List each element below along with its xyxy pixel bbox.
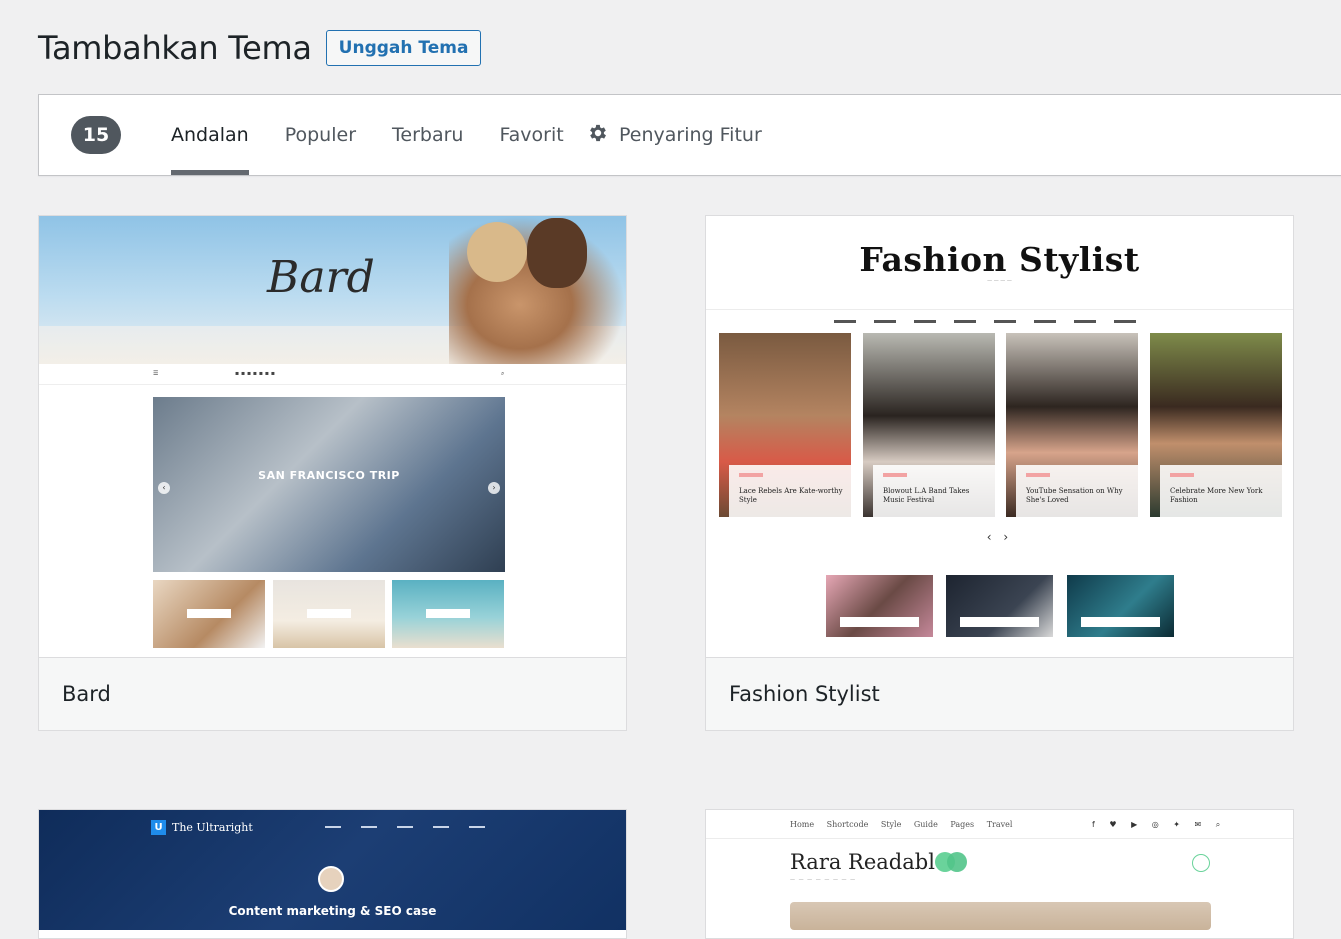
- tab-latest[interactable]: Terbaru: [392, 95, 463, 175]
- post-title: YouTube Sensation on Why She's Loved: [1026, 487, 1123, 504]
- theme-screenshot: U The Ultraright Content marketing & SEO …: [39, 810, 626, 930]
- page-title: Tambahkan Tema: [38, 29, 312, 67]
- post-title: Lace Rebels Are Kate-worthy Style: [739, 487, 843, 504]
- theme-card-fashion-stylist[interactable]: Fashion Stylist — — — — Lace Rebels Are …: [705, 215, 1294, 731]
- theme-name: Bard: [39, 657, 626, 730]
- screenshot-logo: The Ultraright: [172, 821, 253, 834]
- theme-tabs: Andalan Populer Terbaru Favorit: [171, 95, 600, 175]
- tab-popular[interactable]: Populer: [285, 95, 356, 175]
- screenshot-logo: Bard: [267, 252, 375, 303]
- post-title: Blowout L.A Band Takes Music Festival: [883, 487, 970, 504]
- screenshot-title: Fashion Stylist: [859, 240, 1140, 279]
- theme-screenshot: Fashion Stylist — — — — Lace Rebels Are …: [706, 216, 1293, 657]
- screenshot-title: Rara Readable: [790, 850, 948, 874]
- screenshot-feature-title: SAN FRANCISCO TRIP: [258, 469, 400, 482]
- upload-theme-button[interactable]: Unggah Tema: [325, 30, 482, 66]
- theme-card-rara-readable[interactable]: Home Shortcode Style Guide Pages Travel …: [705, 809, 1294, 939]
- theme-count-badge: 15: [71, 116, 121, 154]
- theme-filter-bar: 15 Andalan Populer Terbaru Favorit Penya…: [38, 94, 1341, 176]
- feature-filter-button[interactable]: Penyaring Fitur: [587, 95, 762, 175]
- screenshot-headline: Content marketing & SEO case: [228, 904, 437, 918]
- theme-screenshot: Home Shortcode Style Guide Pages Travel …: [706, 810, 1293, 930]
- theme-name: Fashion Stylist: [706, 657, 1293, 730]
- theme-card-ultraright[interactable]: U The Ultraright Content marketing & SEO …: [38, 809, 627, 939]
- feature-filter-label: Penyaring Fitur: [619, 124, 762, 146]
- theme-card-bard[interactable]: Bard ☰ ▪ ▪ ▪ ▪ ▪ ▪ ▪ ⌕ SAN FRANCISCO TRI…: [38, 215, 627, 731]
- theme-screenshot: Bard ☰ ▪ ▪ ▪ ▪ ▪ ▪ ▪ ⌕ SAN FRANCISCO TRI…: [39, 216, 626, 657]
- gear-icon: [587, 122, 619, 149]
- post-title: Celebrate More New York Fashion: [1170, 487, 1263, 504]
- screenshot-nav: Home Shortcode Style Guide Pages Travel: [790, 820, 1013, 829]
- page-header: Tambahkan Tema Unggah Tema: [38, 28, 482, 68]
- avatar: [318, 866, 344, 892]
- tab-featured[interactable]: Andalan: [171, 95, 249, 175]
- tab-favorites[interactable]: Favorit: [499, 95, 563, 175]
